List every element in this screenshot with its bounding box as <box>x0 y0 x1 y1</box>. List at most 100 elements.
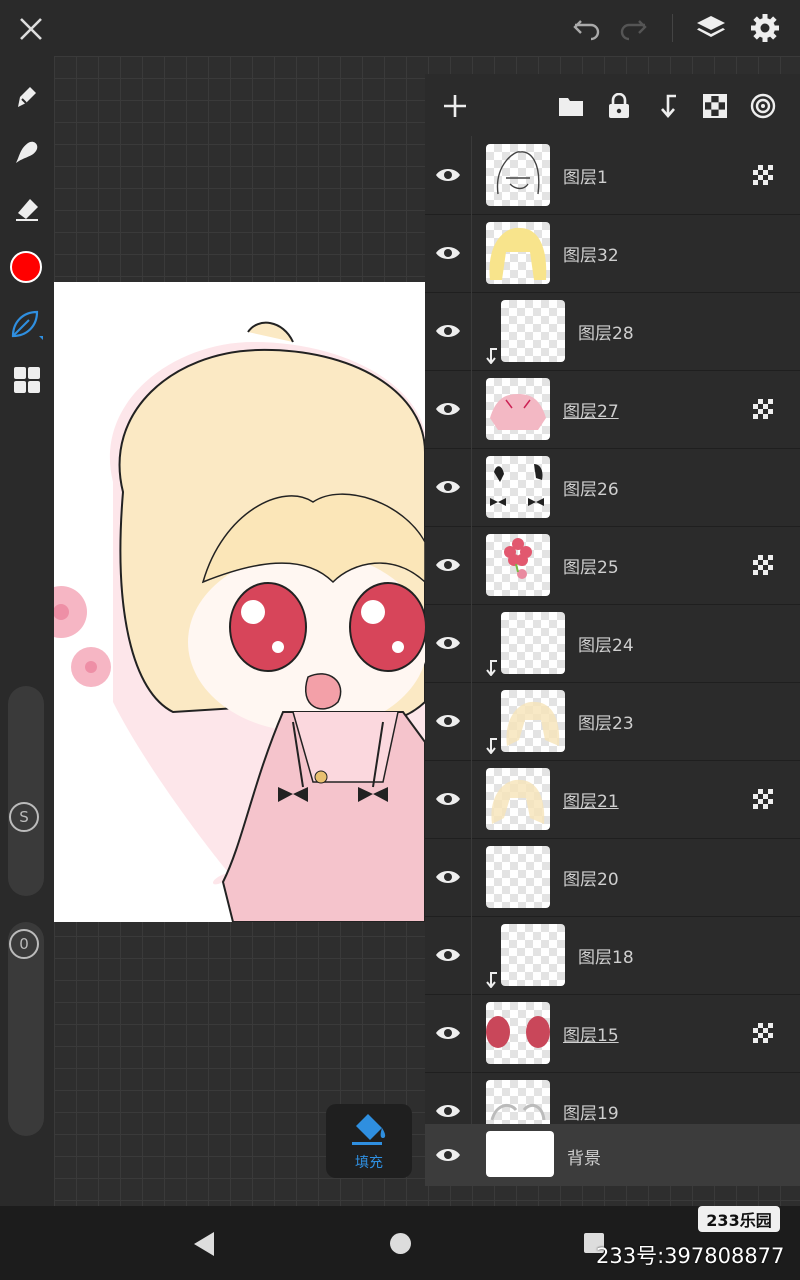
visibility-eye-icon[interactable] <box>435 475 461 499</box>
layer-list: 图层1 图层32 图层28 图层27 图层26 图层25 图层24 图层23 图层21 图层20 图… <box>425 136 800 1124</box>
alpha-lock-icon[interactable] <box>753 399 773 419</box>
row-divider <box>471 994 472 1072</box>
layers-toolbar <box>425 74 800 136</box>
layer-row[interactable]: 图层21 <box>425 760 800 839</box>
fill-tool-button[interactable]: 填充 <box>326 1104 412 1178</box>
brush-size-label: S <box>9 802 39 832</box>
layer-row[interactable]: 图层25 <box>425 526 800 605</box>
pen-icon[interactable] <box>8 78 46 114</box>
layer-thumbnail <box>486 1080 550 1124</box>
alpha-lock-icon[interactable] <box>753 789 773 809</box>
layer-row[interactable]: 图层20 <box>425 838 800 917</box>
layer-name: 图层20 <box>563 870 619 890</box>
layer-row[interactable]: 图层23 <box>425 682 800 761</box>
visibility-eye-icon[interactable] <box>435 943 461 967</box>
toolbar-separator <box>672 14 673 42</box>
visibility-eye-icon[interactable] <box>435 241 461 265</box>
visibility-eye-icon[interactable] <box>435 1143 461 1167</box>
layer-thumbnail <box>486 144 550 206</box>
layer-name: 图层27 <box>563 402 619 422</box>
left-toolbar: S 0 <box>0 56 54 1206</box>
layer-thumbnail <box>486 846 550 908</box>
row-divider <box>471 1072 472 1124</box>
watermark-text: 233号:397808877 <box>596 1244 785 1268</box>
visibility-eye-icon[interactable] <box>435 319 461 343</box>
undo-icon[interactable] <box>568 12 604 46</box>
color-swatch[interactable] <box>10 251 42 283</box>
layer-name: 图层28 <box>578 324 634 344</box>
transparency-icon[interactable] <box>699 90 731 122</box>
row-divider <box>471 214 472 292</box>
settings-icon[interactable] <box>746 10 784 46</box>
background-layer-name: 背景 <box>567 1149 601 1169</box>
back-icon[interactable] <box>194 1232 214 1256</box>
layer-row[interactable]: 图层19 <box>425 1072 800 1124</box>
visibility-eye-icon[interactable] <box>435 865 461 889</box>
alpha-lock-icon[interactable] <box>753 1023 773 1043</box>
layer-name: 图层24 <box>578 636 634 656</box>
paint-bucket-icon <box>350 1112 388 1146</box>
layer-row[interactable]: 图层15 <box>425 994 800 1073</box>
layer-name: 图层25 <box>563 558 619 578</box>
layer-thumbnail <box>501 300 565 362</box>
visibility-eye-icon[interactable] <box>435 1021 461 1045</box>
lock-icon[interactable] <box>603 90 635 122</box>
clipping-arrow-icon <box>485 972 499 989</box>
layer-row[interactable]: 图层1 <box>425 136 800 215</box>
top-bar <box>0 0 800 56</box>
add-icon[interactable] <box>439 90 471 122</box>
fill-tool-label: 填充 <box>355 1155 383 1171</box>
visibility-eye-icon[interactable] <box>435 553 461 577</box>
visibility-eye-icon[interactable] <box>435 397 461 421</box>
alpha-lock-icon[interactable] <box>753 555 773 575</box>
opacity-label: 0 <box>9 929 39 959</box>
folder-icon[interactable] <box>555 90 587 122</box>
layer-thumbnail <box>486 1002 550 1064</box>
grid-icon[interactable] <box>8 362 46 398</box>
visibility-eye-icon[interactable] <box>435 1099 461 1123</box>
layer-name: 图层21 <box>563 792 619 812</box>
clip-icon[interactable] <box>651 90 683 122</box>
visibility-eye-icon[interactable] <box>435 709 461 733</box>
layer-row[interactable]: 图层28 <box>425 292 800 371</box>
layer-row[interactable]: 图层32 <box>425 214 800 293</box>
layer-thumbnail <box>486 378 550 440</box>
alpha-lock-icon[interactable] <box>753 165 773 185</box>
home-icon[interactable] <box>390 1233 411 1254</box>
visibility-eye-icon[interactable] <box>435 631 461 655</box>
layer-name: 图层32 <box>563 246 619 266</box>
layers-icon[interactable] <box>692 10 730 46</box>
row-divider <box>471 370 472 448</box>
clipping-arrow-icon <box>485 660 499 677</box>
layer-thumbnail <box>486 456 550 518</box>
layer-thumbnail <box>501 924 565 986</box>
brush-icon[interactable] <box>6 306 46 342</box>
clipping-arrow-icon <box>485 738 499 755</box>
row-divider <box>471 526 472 604</box>
row-divider <box>471 604 472 682</box>
visibility-eye-icon[interactable] <box>435 787 461 811</box>
smudge-icon[interactable] <box>8 134 46 170</box>
brush-size-slider[interactable] <box>8 686 44 896</box>
layer-name: 图层26 <box>563 480 619 500</box>
layer-thumbnail <box>501 690 565 752</box>
eraser-icon[interactable] <box>8 190 46 226</box>
layer-row[interactable]: 图层24 <box>425 604 800 683</box>
flower-decoration <box>53 586 111 687</box>
layer-name: 图层19 <box>563 1104 619 1124</box>
layer-row[interactable]: 图层18 <box>425 916 800 995</box>
layer-row[interactable]: 图层26 <box>425 448 800 527</box>
layer-thumbnail <box>486 534 550 596</box>
close-icon[interactable] <box>14 12 48 46</box>
layer-row[interactable]: 图层27 <box>425 370 800 449</box>
watermark-logo: 233乐园 <box>698 1206 780 1232</box>
row-divider <box>471 838 472 916</box>
layer-thumbnail <box>501 612 565 674</box>
redo-icon[interactable] <box>616 12 652 46</box>
layer-thumbnail <box>486 222 550 284</box>
blend-mode-icon[interactable] <box>747 90 779 122</box>
background-layer-row[interactable]: 背景 <box>425 1124 800 1186</box>
row-divider <box>471 916 472 994</box>
visibility-eye-icon[interactable] <box>435 163 461 187</box>
artwork-canvas[interactable] <box>53 282 425 922</box>
